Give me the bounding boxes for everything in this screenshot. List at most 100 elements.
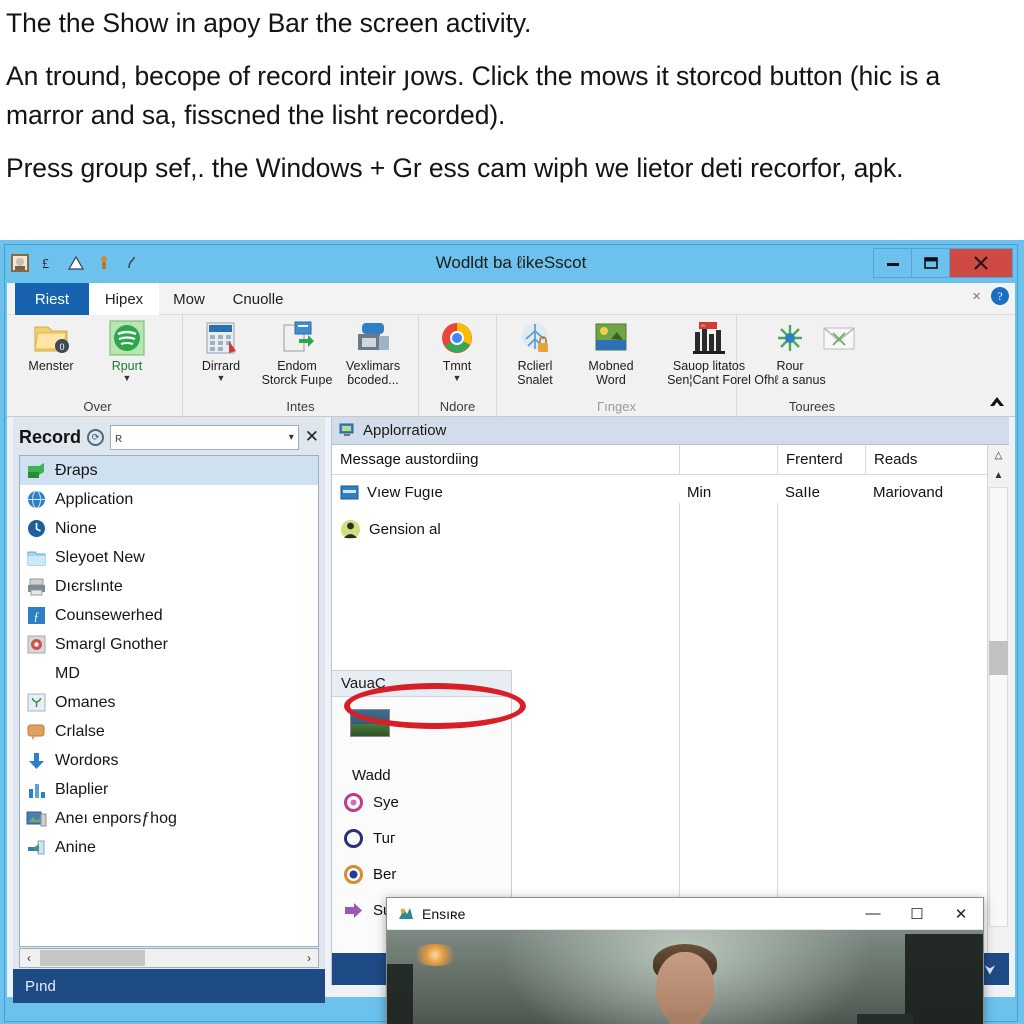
list-item[interactable]: Application	[20, 485, 318, 514]
column-header-row[interactable]: Message austordiing Frenterd Reads	[332, 444, 1009, 475]
chevron-down-icon[interactable]: ▼	[123, 374, 132, 383]
chevron-down-icon[interactable]: ▾	[289, 432, 294, 443]
scroll-right-icon[interactable]: ›	[300, 951, 318, 965]
vscroll-thumb[interactable]	[989, 641, 1008, 675]
scroll-up-icon[interactable]: ▲	[988, 465, 1009, 485]
list-item[interactable]: Anine	[20, 833, 318, 862]
list-item-label: MD	[55, 664, 80, 682]
record-listbox[interactable]: Đraps Application Nione Sleyoet New Dıєr…	[19, 455, 319, 947]
maximize-button[interactable]	[912, 249, 950, 277]
window-controls[interactable]	[873, 248, 1013, 278]
column-header-reads[interactable]: Reads	[865, 444, 985, 475]
vertical-scrollbar[interactable]: △ ▲ ▼	[987, 445, 1009, 970]
list-item[interactable]: Nione	[20, 514, 318, 543]
window-title: Wodldt ba ℓikeSscot	[435, 253, 587, 272]
video-minimize-button[interactable]: —	[851, 898, 895, 930]
ribbon-group-intes: Dirrard ▼ Endom Storck Fuıpe Vexlimars ɓ…	[183, 315, 419, 417]
video-close-button[interactable]: ✕	[939, 898, 983, 930]
tabstrip-close-icon[interactable]: ×	[972, 288, 981, 305]
monitor-icon	[339, 423, 354, 436]
column-header-message[interactable]: Message austordiing	[332, 445, 679, 475]
sub-panel-item[interactable]: Sye	[332, 784, 511, 820]
tab-cnuolle[interactable]: Cnuolle	[219, 283, 297, 315]
column-header-blank[interactable]	[679, 444, 777, 475]
minimize-button[interactable]	[874, 249, 912, 277]
ribbon-group-over: 0 Menster Rpurt ▼ Over	[13, 315, 183, 417]
table-row[interactable]: Gension al	[332, 509, 1009, 549]
scroll-left-icon[interactable]: ‹	[20, 951, 38, 965]
list-item-label: Sleyoet New	[55, 548, 145, 566]
list-item[interactable]: Sleyoet New	[20, 543, 318, 572]
list-item-label: Đraps	[55, 461, 98, 479]
video-window-titlebar[interactable]: Ensıʀe — ☐ ✕	[387, 898, 983, 930]
green-box-icon	[28, 463, 44, 478]
refresh-icon[interactable]: ⟳	[87, 428, 105, 446]
clear-search-icon[interactable]: ✕	[305, 427, 319, 447]
pink-ring-icon	[344, 792, 363, 812]
ribbon-group-label: Γıngeх	[597, 399, 636, 414]
ribbon-item-menster[interactable]: 0 Menster	[13, 319, 89, 393]
ribbon-item-rour[interactable]: Rour Ofhℓ a sanus	[754, 319, 826, 393]
video-window-controls[interactable]: — ☐ ✕	[851, 898, 983, 930]
application-window: £ Wodldt ba ℓikeSscot Riest Hipex Mow Cn…	[4, 244, 1018, 1024]
sub-panel-item[interactable]: Ber	[332, 856, 511, 892]
row-cell-4[interactable]: Mariovand	[865, 475, 1005, 509]
burst-icon	[778, 325, 802, 351]
row-name-cell[interactable]: Vıew Fugıe	[332, 475, 679, 509]
list-item[interactable]: ƒ Counsewerhed	[20, 601, 318, 630]
video-player-window[interactable]: Ensıʀe — ☐ ✕	[386, 897, 984, 1024]
tabstrip-right-controls[interactable]: × ?	[972, 287, 1009, 305]
ribbon-item-rclierl[interactable]: Rclierl Snalet	[497, 319, 573, 393]
table-row[interactable]: Vıew Fugıe Min SaІІe Mariovand	[332, 475, 1009, 509]
row-cell-2[interactable]: Min	[679, 475, 777, 509]
article-paragraph-3: Press group sef,. the Windows + Gr ess c…	[6, 152, 904, 183]
list-item[interactable]: Dıєrslınte	[20, 572, 318, 601]
ribbon-tabstrip[interactable]: Riest Hipex Mow Cnuolle × ?	[7, 283, 1015, 315]
chevron-down-icon[interactable]: ▼	[453, 374, 462, 383]
tab-mow[interactable]: Mow	[159, 283, 219, 315]
scroll-up-outline-icon[interactable]: △	[988, 445, 1009, 465]
search-row[interactable]: Record ⟳ ʀ ▾ ✕	[13, 421, 325, 453]
search-input[interactable]: ʀ ▾	[110, 424, 299, 450]
list-item[interactable]: Wordoʀs	[20, 746, 318, 775]
ribbon-collapse-icon[interactable]	[989, 395, 1005, 412]
list-item[interactable]: Omanes	[20, 688, 318, 717]
list-item[interactable]: Aneı enporsƒhog	[20, 804, 318, 833]
ribbon-item-label: Vexlimars	[345, 359, 401, 373]
horizontal-scrollbar[interactable]: ‹ ›	[19, 948, 319, 968]
ribbon-item-vexlimars[interactable]: Vexlimars ɓcoded...	[335, 319, 411, 393]
tab-hipex[interactable]: Hipex	[89, 283, 159, 315]
tab-riest[interactable]: Riest	[15, 283, 89, 315]
chevron-down-icon[interactable]: ▼	[217, 374, 226, 383]
vscroll-track[interactable]	[989, 487, 1008, 927]
ribbon[interactable]: 0 Menster Rpurt ▼ Over Dirrard ▼ Endom S…	[7, 315, 1015, 417]
list-item[interactable]: Crlalse	[20, 717, 318, 746]
ribbon-item-envelope[interactable]	[817, 319, 861, 393]
list-item[interactable]: Đraps	[20, 456, 318, 485]
list-item[interactable]: Smargl Gnother	[20, 630, 318, 659]
video-maximize-button[interactable]: ☐	[895, 898, 939, 930]
thumbnail-icon[interactable]	[350, 709, 390, 737]
ribbon-item-rpurt[interactable]: Rpurt ▼	[89, 319, 165, 393]
ribbon-item-endom[interactable]: Endom Storck Fuıpe	[259, 319, 335, 393]
chat-icon	[27, 724, 45, 740]
column-header-frenterd[interactable]: Frenterd	[777, 444, 865, 475]
ribbon-group-fingex: Rclierl Snalet Mobned Word \/\/ Sauop li…	[497, 315, 751, 417]
help-icon[interactable]: ?	[991, 287, 1009, 305]
list-item[interactable]: MD	[20, 659, 318, 688]
window-titlebar[interactable]: £ Wodldt ba ℓikeSscot	[5, 245, 1017, 283]
chrome-icon	[442, 323, 472, 353]
ribbon-item-mobned[interactable]: Mobned Word	[573, 319, 649, 393]
list-item[interactable]: Blaplier	[20, 775, 318, 804]
image-icon	[26, 811, 47, 827]
sub-panel-item[interactable]: Tuг	[332, 820, 511, 856]
close-button[interactable]	[950, 249, 1012, 277]
video-content[interactable]	[387, 930, 983, 1024]
hscroll-thumb[interactable]	[40, 950, 145, 966]
status-bar-text: Pınd	[25, 977, 56, 995]
globe-icon	[28, 490, 45, 509]
record-icon	[109, 320, 145, 356]
ribbon-item-dirrard[interactable]: Dirrard ▼	[183, 319, 259, 393]
ribbon-item-tmnt[interactable]: Tmnt ▼	[419, 319, 495, 393]
row-cell-3[interactable]: SaІІe	[777, 475, 865, 509]
